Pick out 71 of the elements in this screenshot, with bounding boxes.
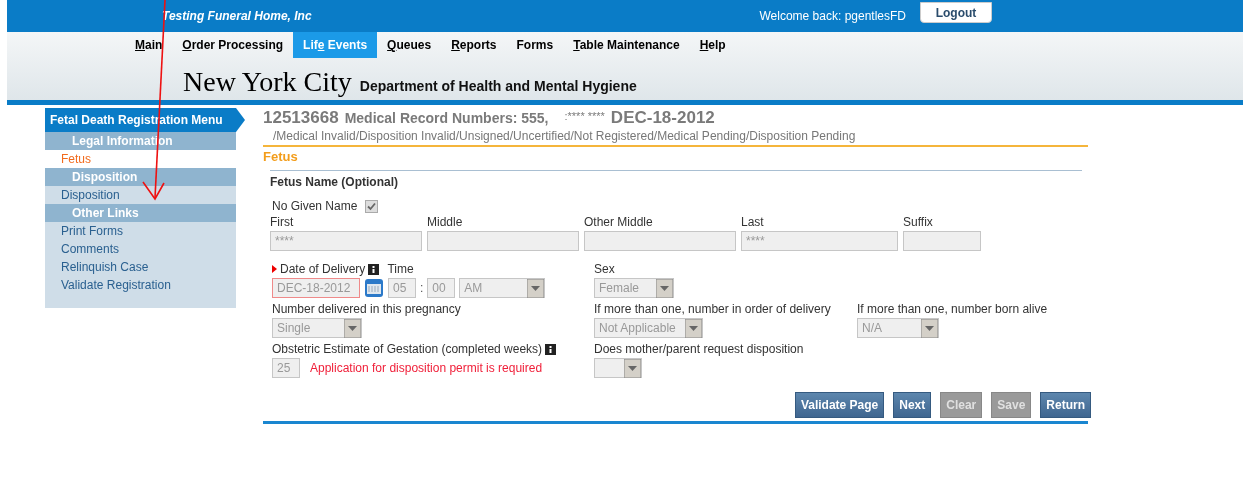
menu-link[interactable]: Validate Registration [45,276,236,294]
nav-tab[interactable]: Reports [441,32,507,58]
field-label: Number delivered in this pregnancy [272,302,462,316]
dropdown[interactable]: N/A [857,318,939,338]
nav-tab[interactable]: Forms [506,32,564,58]
menu-section-header: Disposition [45,168,236,186]
dropdown[interactable]: Not Applicable [594,318,703,338]
action-button[interactable]: Validate Page [794,392,885,418]
field-label: Obstetric Estimate of Gestation (completed weeks) [272,342,543,356]
text-field[interactable] [903,231,981,251]
menu-link[interactable]: Disposition [45,186,236,204]
field-label: If more than one, number born alive [857,302,1049,316]
dropdown[interactable]: Female [594,278,674,298]
field-label: Suffix [903,215,934,229]
checkbox-label: No Given Name [272,199,358,213]
department-title: Department of Health and Mental Hygiene [359,78,637,94]
masked-name: :**** **** [564,110,605,122]
text-field[interactable]: **** [741,231,898,251]
menu-link[interactable]: Comments [45,240,236,258]
calendar-icon[interactable] [364,278,384,298]
time-separator: : [420,281,424,295]
field-label: Sex [594,262,616,276]
group-heading: Fetus Name (Optional) [270,175,399,189]
medical-record-numbers: Medical Record Numbers: 555, [344,110,549,126]
minute-field[interactable]: 00 [427,278,456,298]
info-icon[interactable] [368,263,380,275]
text-field[interactable] [427,231,579,251]
logout-button[interactable]: Logout [920,2,992,23]
nav-tab[interactable]: Help [689,32,736,58]
menu-link[interactable]: Relinquish Case [45,258,236,276]
menu-link[interactable]: Fetus [45,150,236,168]
error-message: Application for disposition permit is required [310,361,543,375]
status-text: /Medical Invalid/Disposition Invalid/Unsigned/Uncertified/Not Registered/Medical Pending/Disposition Pending [272,129,857,143]
text-field[interactable] [584,231,736,251]
field-label: Does mother/parent request disposition [594,342,805,356]
dropdown[interactable]: AM [459,278,546,298]
welcome-text: Welcome back: pgentlesFD [759,9,906,23]
caret-icon [344,318,361,338]
nav-tab[interactable]: Life Events [293,32,378,58]
field-label: Middle [427,215,464,229]
nav-tab[interactable]: Main [125,32,173,58]
field-label: Date of Delivery [280,262,366,276]
field-label: Other Middle [584,215,654,229]
nav-tab[interactable]: Table Maintenance [563,32,690,58]
caret-icon [921,318,938,338]
nav-tab[interactable]: Queues [377,32,442,58]
date-field[interactable]: DEC-18-2012 [272,278,360,298]
nav-tab[interactable]: Order Processing [172,32,294,58]
text-field[interactable]: **** [270,231,422,251]
caret-icon [624,358,641,378]
menu-section-header: Other Links [45,204,236,222]
field-label: If more than one, number in order of delivery [594,302,832,316]
dropdown[interactable]: Single [272,318,362,338]
record-date: DEC-18-2012 [610,108,715,128]
field-label: Time [387,262,414,276]
record-number: 12513668 [263,108,339,128]
city-title: New York City [183,66,352,98]
info-icon[interactable] [545,343,557,355]
hour-field[interactable]: 05 [388,278,416,298]
caret-icon [685,318,702,338]
caret-icon [527,278,545,298]
dropdown[interactable] [594,358,642,378]
caret-icon [656,278,673,298]
checkbox[interactable] [365,199,379,213]
action-button[interactable]: Next [893,392,932,418]
text-field[interactable]: 25 [272,358,300,378]
action-button[interactable]: Return [1040,392,1091,418]
menu-link[interactable]: Print Forms [45,222,236,240]
field-label: Last [741,215,765,229]
field-label: First [270,215,295,229]
section-title: Fetus [263,149,299,164]
